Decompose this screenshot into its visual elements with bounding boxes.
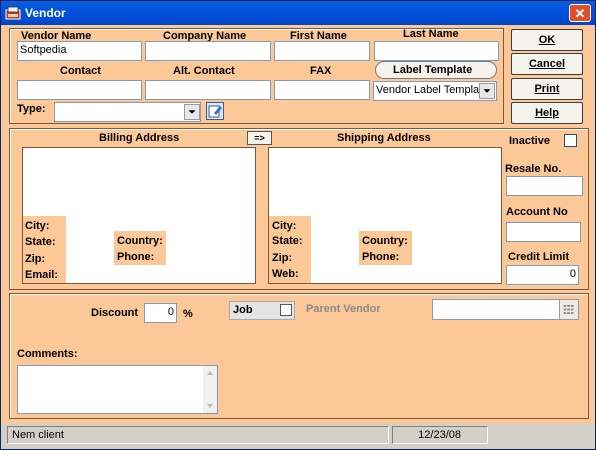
alt-contact-label: Alt. Contact [173,65,235,77]
discount-input[interactable]: 0 [144,303,177,323]
shipping-city-label: City: [272,220,297,232]
shipping-address-title: Shipping Address [337,132,431,144]
resale-label: Resale No. [505,163,562,175]
shipping-country-label: Country: [362,235,408,247]
status-bar: Nem client 12/23/08 [1,424,595,449]
list-icon[interactable] [559,299,579,320]
comments-scrollbar[interactable] [203,366,217,413]
close-icon[interactable]: ✕ [569,4,591,22]
alt-contact-input[interactable] [145,80,271,100]
inactive-label: Inactive [509,135,550,147]
job-toggle[interactable]: Job [229,301,295,320]
contact-label: Contact [60,65,101,77]
shipping-zip-label: Zip: [272,252,293,264]
inactive-checkbox[interactable] [564,134,577,147]
window-title: Vendor [25,6,66,20]
job-checkbox[interactable] [280,304,292,316]
billing-address-title: Billing Address [99,132,180,144]
label-template-button[interactable]: Label Template [375,61,497,79]
billing-country-label: Country: [117,235,163,247]
chevron-down-icon[interactable] [184,104,200,120]
resale-input[interactable] [506,176,583,196]
fax-input[interactable] [274,80,370,100]
billing-state-label: State: [25,236,56,248]
credit-limit-value: 0 [569,268,576,280]
discount-label: Discount [91,307,139,319]
edit-icon[interactable] [206,102,224,120]
job-label: Job [233,304,253,316]
contact-input[interactable] [17,80,142,100]
vendor-name-input[interactable]: Softpedia [17,41,142,61]
label-template-value: Vendor Label Templat [376,84,483,96]
fax-label: FAX [310,65,332,77]
type-label: Type: [17,103,46,115]
ok-button[interactable]: OK [511,29,583,51]
status-left: Nem client [7,426,389,444]
credit-limit-label: Credit Limit [508,251,570,263]
percent-label: % [183,308,193,320]
account-label: Account No [506,206,568,218]
shipping-phone-label: Phone: [362,251,400,263]
shipping-state-label: State: [272,235,303,247]
last-name-input[interactable] [374,41,499,61]
first-name-input[interactable] [274,41,370,61]
chevron-down-icon[interactable] [479,83,495,99]
last-name-label: Last Name [403,28,459,40]
shipping-web-label: Web: [272,268,299,280]
copy-address-button[interactable]: => [247,131,272,145]
billing-zip-label: Zip: [25,253,46,265]
comments-textarea[interactable] [17,365,218,414]
parent-vendor-input[interactable] [432,299,560,320]
parent-vendor-label: Parent Vendor [306,303,381,315]
vendor-window: Vendor ✕ Vendor Name Softpedia Company N… [0,0,596,450]
account-input[interactable] [506,222,581,242]
billing-phone-label: Phone: [117,251,155,263]
label-template-button-label: Label Template [393,64,473,76]
type-select[interactable] [54,102,201,122]
title-bar: Vendor ✕ [1,1,595,25]
company-name-input[interactable] [145,41,271,61]
help-button[interactable]: Help [511,102,583,124]
vendor-app-icon [5,6,21,20]
cancel-button[interactable]: Cancel [511,53,583,75]
comments-label: Comments: [17,348,78,360]
discount-value: 0 [167,306,174,318]
billing-email-label: Email: [25,269,59,281]
print-button[interactable]: Print [511,78,583,100]
status-date: 12/23/08 [392,426,488,444]
credit-limit-input[interactable]: 0 [506,265,579,285]
billing-city-label: City: [25,220,50,232]
